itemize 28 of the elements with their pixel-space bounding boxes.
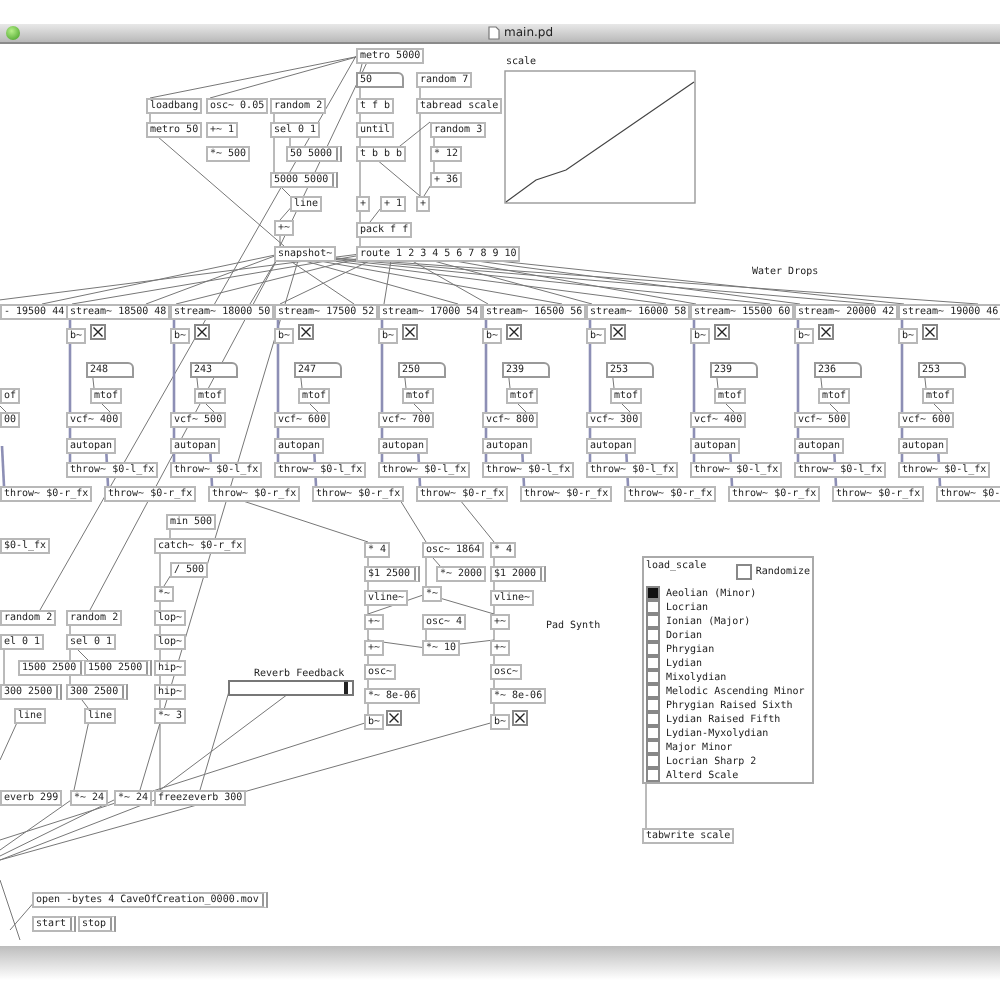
toggle[interactable] [922, 324, 938, 340]
toggle[interactable] [506, 324, 522, 340]
radio-cell[interactable] [646, 642, 660, 656]
toggle[interactable] [714, 324, 730, 340]
toggle[interactable] [610, 324, 626, 340]
patch-cord [399, 499, 427, 543]
window-button[interactable] [6, 26, 20, 40]
radio-cell[interactable] [646, 586, 660, 600]
radio-cell[interactable] [646, 712, 660, 726]
radio-cell[interactable] [646, 670, 660, 684]
radio-cell[interactable] [646, 754, 660, 768]
patch-cord [459, 499, 495, 543]
radio-cell[interactable] [646, 600, 660, 614]
toggle[interactable] [402, 324, 418, 340]
signal-cord [0, 445, 6, 487]
radio-cell[interactable] [646, 628, 660, 642]
toggle[interactable] [735, 564, 752, 580]
document-icon [488, 26, 500, 40]
radio-cell[interactable] [646, 656, 660, 670]
radio-cell[interactable] [646, 614, 660, 628]
radio-cell[interactable] [646, 726, 660, 740]
radio-cell[interactable] [646, 684, 660, 698]
toggle[interactable] [512, 710, 528, 726]
radio-cell[interactable] [646, 740, 660, 754]
radio-cell[interactable] [646, 768, 660, 782]
array-graph[interactable] [504, 70, 696, 204]
toggle[interactable] [818, 324, 834, 340]
radio-cell[interactable] [646, 698, 660, 712]
